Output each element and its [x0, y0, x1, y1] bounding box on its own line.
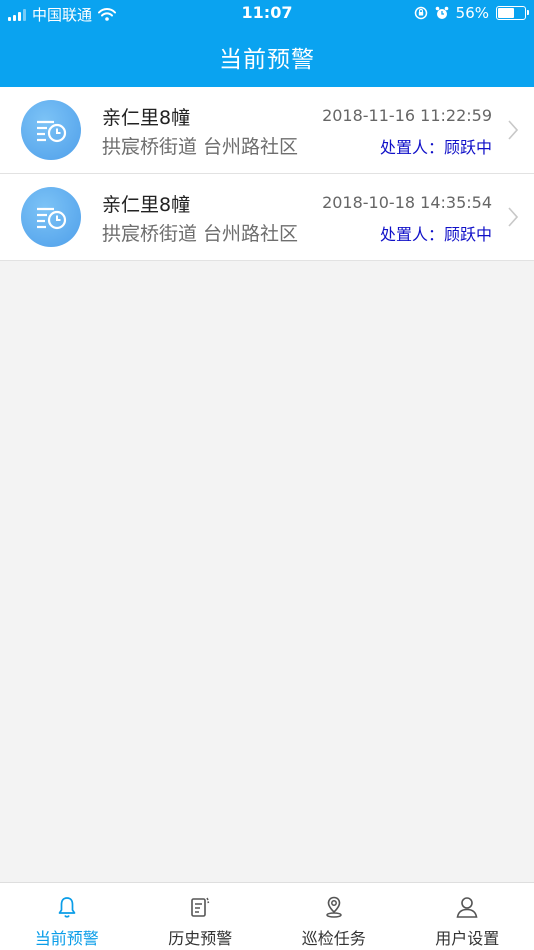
orientation-lock-icon	[414, 6, 427, 20]
alert-clock-list-icon	[21, 100, 81, 160]
alert-clock-list-icon	[21, 187, 81, 247]
chevron-right-icon	[508, 120, 518, 140]
alert-row[interactable]: 亲仁里8幢 拱宸桥街道 台州路社区 2018-10-18 14:35:54 处置…	[0, 174, 534, 261]
status-bar: 中国联通 11:07 56%	[0, 0, 534, 28]
tab-label: 历史预警	[168, 929, 233, 948]
user-icon	[456, 897, 478, 918]
alert-handler: 处置人：顾跃中	[379, 138, 492, 157]
alert-time: 2018-11-16 11:22:59	[322, 106, 492, 125]
alarm-clock-icon	[435, 6, 448, 19]
alert-title: 亲仁里8幢	[102, 107, 191, 129]
alert-address: 拱宸桥街道 台州路社区	[102, 136, 299, 158]
alert-time: 2018-10-18 14:35:54	[322, 193, 492, 212]
tab-label: 巡检任务	[301, 929, 366, 948]
alert-list: 亲仁里8幢 拱宸桥街道 台州路社区 2018-11-16 11:22:59 处置…	[0, 87, 534, 261]
battery-icon	[496, 6, 529, 20]
page-title: 当前预警	[219, 47, 315, 73]
history-doc-icon	[191, 897, 210, 917]
tab-current-alerts[interactable]: 当前预警	[0, 883, 134, 950]
alert-title: 亲仁里8幢	[102, 194, 191, 216]
alert-row[interactable]: 亲仁里8幢 拱宸桥街道 台州路社区 2018-11-16 11:22:59 处置…	[0, 87, 534, 174]
chevron-right-icon	[508, 207, 518, 227]
alert-address: 拱宸桥街道 台州路社区	[102, 223, 299, 245]
tab-user-settings[interactable]: 用户设置	[401, 883, 534, 950]
bell-icon	[58, 897, 76, 918]
alert-handler: 处置人：顾跃中	[379, 225, 492, 244]
top-bar: 中国联通 11:07 56% 当前预警	[0, 0, 534, 87]
tab-patrol-tasks[interactable]: 巡检任务	[267, 883, 401, 950]
tab-label: 当前预警	[34, 929, 99, 948]
tab-label: 用户设置	[435, 929, 500, 948]
battery-percent: 56%	[455, 4, 489, 22]
tab-history-alerts[interactable]: 历史预警	[134, 883, 268, 950]
tab-bar: 当前预警 历史预警 巡检任务 用户设置	[0, 882, 534, 950]
location-pin-icon	[326, 896, 342, 918]
